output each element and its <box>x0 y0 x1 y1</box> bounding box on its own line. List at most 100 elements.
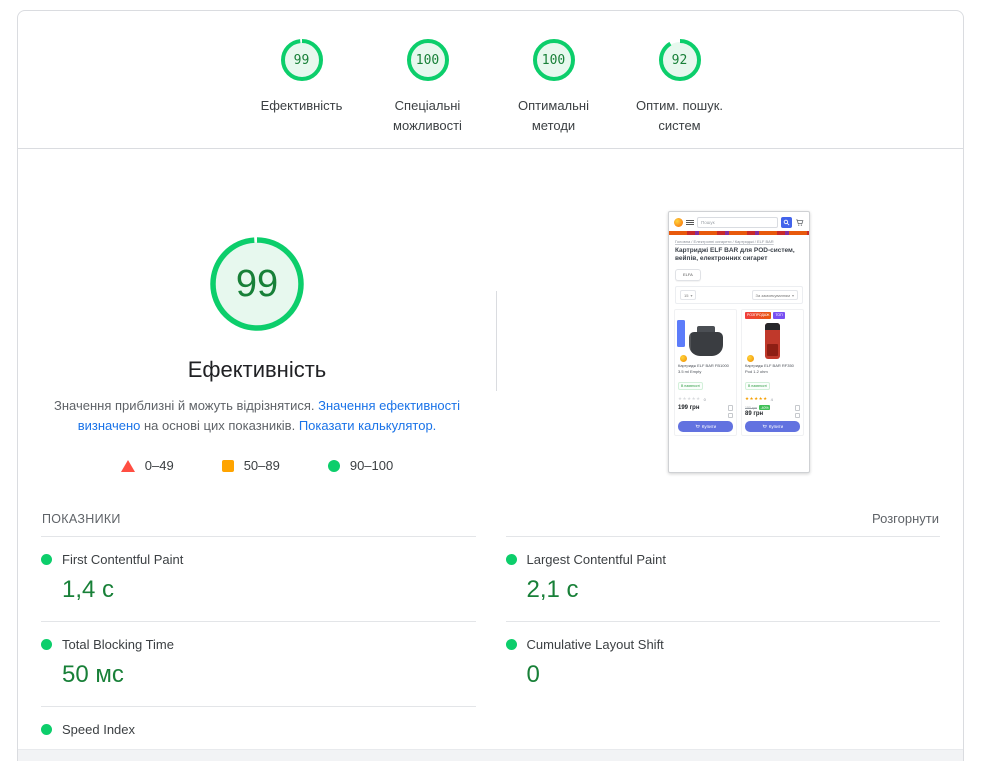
thumb-cart-icon <box>795 218 804 227</box>
summary-item-best-practices[interactable]: 100 Оптимальні методи <box>498 37 610 148</box>
top-badge: ТОП <box>773 312 785 319</box>
accessibility-label: Спеціальні можливості <box>393 98 462 133</box>
average-range-label: 50–89 <box>243 458 280 473</box>
thumb-compare-favorite-icons <box>794 405 800 418</box>
seo-label: Оптим. пошук. систем <box>635 98 724 133</box>
thumb-product-card: РОЗПРОДАЖ ТОП Картридж ELF BAR RF350 Pod… <box>741 309 804 436</box>
thumb-site-logo-icon <box>674 218 683 227</box>
best-practices-score: 100 <box>541 52 566 68</box>
accessibility-score: 100 <box>415 52 440 68</box>
fail-triangle-icon <box>120 459 135 472</box>
pass-dot-icon <box>505 554 517 565</box>
best-practices-score-gauge-icon: 100 <box>531 37 577 83</box>
thumb-buy-label: Купити <box>701 424 717 429</box>
thumb-product-image <box>678 319 733 363</box>
legend-item-average: 50–89 <box>221 458 280 473</box>
performance-overview: 99 Ефективність Значення приблизні й мож… <box>18 149 963 505</box>
performance-gauge-icon: 99 <box>208 235 306 333</box>
metric-value: 1,4 с <box>62 576 115 603</box>
metrics-header: ПОКАЗНИКИ Розгорнути <box>42 511 939 526</box>
thumb-page-title: Картриджі ELF BAR для POD-систем, вейпів… <box>675 247 795 262</box>
thumb-product-grid: Картридж ELF BAR FB1000 3.5 ml Empty В н… <box>674 309 804 436</box>
metric-label: Cumulative Layout Shift <box>526 637 664 652</box>
thumb-discount-badge: -40% <box>758 405 771 410</box>
thumb-product-name: Картридж ELF BAR RF350 Pod 1.2 ohm <box>745 363 794 374</box>
thumb-badges-row: РОЗПРОДАЖ ТОП <box>745 312 800 319</box>
thumb-availability-badge: В наявності <box>678 382 703 390</box>
thumb-compare-favorite-icons <box>727 405 733 418</box>
thumb-menu-icon <box>686 220 694 221</box>
metric-value: 0 <box>526 661 540 688</box>
pass-range-label: 90–100 <box>349 458 394 473</box>
pass-dot-icon <box>41 724 52 735</box>
caret-down-icon <box>792 293 794 298</box>
thumb-badges-row <box>678 312 733 319</box>
next-section-strip <box>18 749 963 761</box>
pass-dot-icon <box>505 639 517 650</box>
thumb-price-block: 199 грн <box>678 405 733 418</box>
accessibility-score-gauge-icon: 100 <box>405 37 451 83</box>
thumb-search-button <box>781 217 792 228</box>
thumb-rating-count: 4 <box>770 396 774 402</box>
metric-label: First Contentful Paint <box>62 552 184 567</box>
metric-cumulative-layout-shift: Cumulative Layout Shift 0 <box>505 621 940 706</box>
thumb-price: 199 грн <box>678 405 700 411</box>
sale-badge: РОЗПРОДАЖ <box>745 312 772 319</box>
description-text-2: на основі цих показників. <box>140 418 299 433</box>
performance-score-gauge-icon: 99 <box>279 37 325 83</box>
thumb-product-image <box>745 319 800 363</box>
legend-item-pass: 90–100 <box>327 458 394 473</box>
performance-gauge-score: 99 <box>235 262 279 305</box>
thumb-brand-emoji-icon <box>680 355 687 362</box>
metric-largest-contentful-paint: Largest Contentful Paint 2,1 с <box>505 536 940 621</box>
thumb-site-header: Пошук <box>669 212 809 231</box>
metric-label: Largest Contentful Paint <box>526 552 666 567</box>
thumb-buy-button: Купити <box>678 421 733 432</box>
thumb-filter-row: 15 За замовчуванням <box>675 286 803 304</box>
metric-value: 50 мс <box>62 661 124 688</box>
pass-circle-icon <box>327 459 340 472</box>
category-summary: 99 Ефективність 100 Спеціальні можливост… <box>18 11 963 149</box>
thumb-filter-chip: ELFA <box>675 268 701 281</box>
gauge-column: 99 Ефективність Значення приблизні й мож… <box>18 149 496 505</box>
summary-item-accessibility[interactable]: 100 Спеціальні можливості <box>372 37 484 148</box>
calculator-link[interactable]: Показати калькулятор. <box>299 418 436 433</box>
thumb-breadcrumb: Головна / Електронні сигарети / Картридж… <box>675 239 774 244</box>
seo-score: 92 <box>671 52 688 68</box>
gauge-title: Ефективність <box>187 357 327 382</box>
lighthouse-report-card: 99 Ефективність 100 Спеціальні можливост… <box>17 10 964 761</box>
thumb-price: 89 грн <box>745 411 764 417</box>
thumb-sort-select: За замовчуванням <box>751 290 798 300</box>
metric-label: Speed Index <box>62 722 136 737</box>
thumb-search-placeholder: Пошук <box>701 220 715 225</box>
summary-item-performance[interactable]: 99 Ефективність <box>246 37 358 148</box>
thumb-buy-button: Купити <box>745 421 800 432</box>
average-square-icon <box>221 459 234 472</box>
seo-score-gauge-icon: 92 <box>657 37 703 83</box>
metric-label: Total Blocking Time <box>62 637 174 652</box>
final-screenshot: Пошук Головна / Електронні сигарети / Ка… <box>668 211 810 473</box>
expand-metrics-button[interactable]: Розгорнути <box>872 511 939 526</box>
thumb-rating-count: 0 <box>703 396 707 402</box>
thumb-search-input: Пошук <box>697 217 778 228</box>
thumb-per-page-select: 15 <box>680 290 697 300</box>
thumb-rating: ★★★★★ 0 <box>678 396 733 402</box>
metrics-section-title: ПОКАЗНИКИ <box>42 511 121 526</box>
performance-label: Ефективність <box>260 98 343 113</box>
gauge-description: Значення приблизні й можуть відрізнятися… <box>41 396 473 436</box>
screenshot-column: Пошук Головна / Електронні сигарети / Ка… <box>497 149 963 505</box>
best-practices-label: Оптимальні методи <box>518 98 589 133</box>
pass-dot-icon <box>41 639 52 650</box>
metric-total-blocking-time: Total Blocking Time 50 мс <box>41 621 476 706</box>
score-legend: 0–49 50–89 90–100 <box>120 458 394 473</box>
description-text-1: Значення приблизні й можуть відрізнятися… <box>54 398 319 413</box>
thumb-product-name: Картридж ELF BAR FB1000 3.5 ml Empty <box>678 363 729 374</box>
thumb-price-block: 150 грн -40% 89 грн <box>745 405 800 418</box>
thumb-sort-value: За замовчуванням <box>755 292 790 298</box>
star-icons: ★★★★★ <box>745 396 768 401</box>
summary-item-seo[interactable]: 92 Оптим. пошук. систем <box>624 37 736 148</box>
legend-item-fail: 0–49 <box>120 458 174 473</box>
thumb-availability-badge: В наявності <box>745 382 770 390</box>
star-icons: ★★★★★ <box>678 396 701 401</box>
thumb-rating: ★★★★★ 4 <box>745 396 800 402</box>
